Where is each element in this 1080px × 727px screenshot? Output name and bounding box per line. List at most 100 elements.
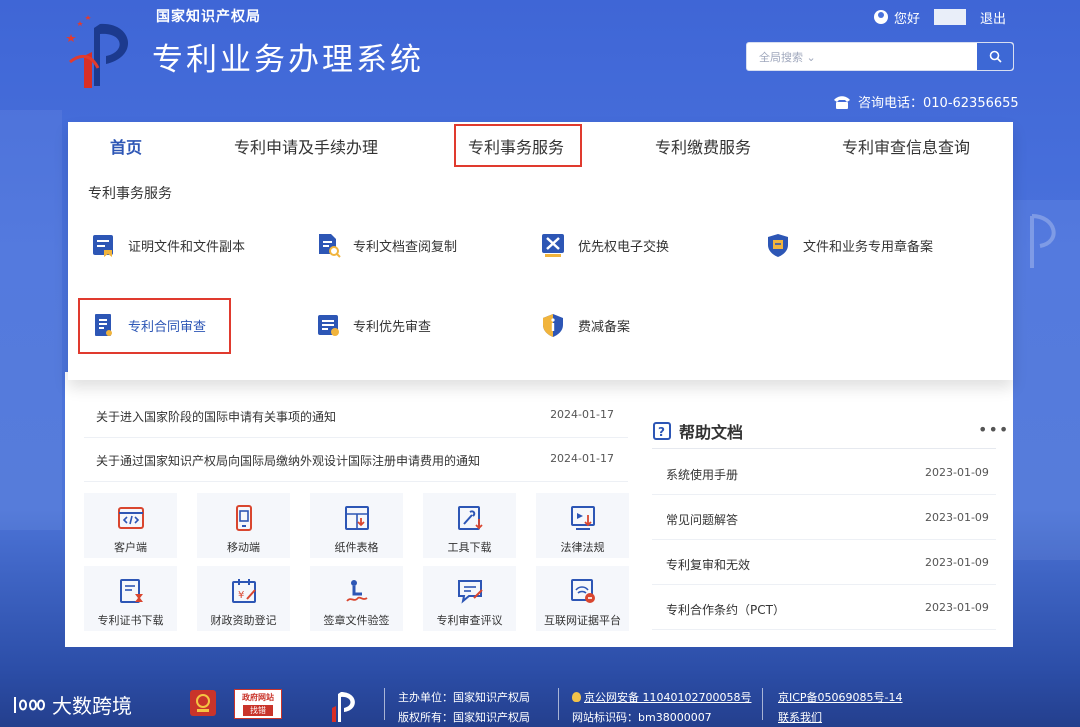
form-download-icon: [345, 506, 369, 530]
help-docs-header: ? 帮助文档: [652, 418, 743, 444]
tool-download-icon: [458, 506, 483, 530]
tile-client[interactable]: 客户端: [84, 493, 177, 558]
menu-item-label: 证明文件和文件副本: [128, 239, 246, 255]
tile-label: 纸件表格: [334, 541, 379, 554]
news-date: 2024-01-17: [550, 408, 614, 421]
menu-item-label: 文件和业务专用章备案: [803, 239, 934, 255]
gov-site-error-badge[interactable]: 政府网站 找错: [234, 689, 282, 719]
footer-contact-link[interactable]: 联系我们: [778, 709, 822, 725]
file-search-icon: [319, 234, 341, 258]
police-badge-icon: [572, 692, 581, 702]
chevron-down-icon: ⌄: [806, 51, 816, 64]
tile-label: 专利证书下载: [97, 614, 164, 627]
help-doc-item[interactable]: 专利合作条约（PCT） 2023-01-09: [652, 585, 996, 630]
help-doc-title: 系统使用手册: [666, 468, 739, 482]
nav-home[interactable]: 首页: [110, 134, 142, 158]
tile-tool-download[interactable]: 工具下载: [423, 493, 516, 558]
search-icon: [989, 50, 1002, 63]
brand-logo-icon: [14, 696, 46, 713]
tile-signature-verification[interactable]: 签章文件验签: [310, 566, 403, 631]
highlight-box-contract: [78, 298, 231, 354]
help-doc-date: 2023-01-09: [925, 556, 989, 569]
svg-text:?: ?: [658, 425, 665, 439]
shield-seal-icon: [768, 234, 788, 257]
brand-name: 大数跨境: [52, 694, 132, 718]
tile-funding-registration[interactable]: ¥ 财政资助登记: [197, 566, 290, 631]
news-title: 关于通过国家知识产权局向国际局缴纳外观设计国际注册申请费用的通知: [96, 454, 481, 468]
main-menu-panel: 首页 专利申请及手续办理 专利事务服务 专利缴费服务 专利审查信息查询 专利事务…: [68, 122, 1013, 380]
news-item[interactable]: 关于进入国家阶段的国际申请有关事项的通知 2024-01-17: [84, 394, 628, 438]
user-icon: [874, 10, 888, 24]
tile-label: 移动端: [227, 541, 260, 554]
menu-item-label: 专利优先审查: [353, 319, 432, 335]
tile-evidence-platform[interactable]: 互联网证据平台: [536, 566, 629, 631]
menu-item-seal-filing[interactable]: 文件和业务专用章备案: [765, 232, 933, 258]
evidence-platform-icon: [571, 579, 595, 603]
menu-item-priority-exchange[interactable]: 优先权电子交换: [540, 232, 669, 258]
svg-text:¥: ¥: [238, 590, 244, 601]
exchange-icon: [542, 234, 564, 257]
help-doc-item[interactable]: 系统使用手册 2023-01-09: [652, 450, 996, 495]
search-scope-label: 全局搜索: [759, 51, 803, 64]
tile-certificate-download[interactable]: 专利证书下载: [84, 566, 177, 631]
background-building-left: [0, 110, 62, 530]
menu-item-label: 费减备案: [578, 319, 631, 335]
logout-link[interactable]: 退出: [980, 8, 1006, 27]
tile-label: 互联网证据平台: [544, 614, 621, 627]
code-window-icon: [118, 507, 144, 529]
document-icon: [93, 235, 113, 257]
menu-item-document-copy[interactable]: 专利文档查阅复制: [315, 232, 457, 258]
search-button[interactable]: [977, 43, 1013, 70]
system-title: 专利业务办理系统: [152, 42, 424, 78]
signature-icon: [346, 580, 368, 602]
tile-laws[interactable]: 法律法规: [536, 493, 629, 558]
footer-divider: [762, 688, 763, 720]
help-doc-date: 2023-01-09: [925, 466, 989, 479]
menu-item-priority-examination[interactable]: 专利优先审查: [315, 312, 431, 338]
menu-item-label: 专利文档查阅复制: [353, 239, 458, 255]
police-record-link: 京公网安备 11040102700058号: [584, 691, 752, 704]
news-date: 2024-01-17: [550, 452, 614, 465]
username-redacted: [934, 9, 967, 25]
search-input[interactable]: [835, 45, 975, 69]
help-doc-title: 专利复审和无效: [666, 558, 751, 572]
greeting-text: 您好: [894, 11, 921, 27]
user-area: 您好 退出: [874, 6, 1006, 28]
global-search-box: 全局搜索 ⌄: [746, 42, 1014, 71]
help-docs-title: 帮助文档: [679, 423, 744, 442]
footer-copyright: 版权所有：国家知识产权局: [398, 711, 530, 724]
help-doc-item[interactable]: 专利复审和无效 2023-01-09: [652, 540, 996, 585]
priority-list-icon: [318, 315, 339, 336]
tile-mobile[interactable]: 移动端: [197, 493, 290, 558]
divider: [652, 448, 996, 449]
nav-patent-fees[interactable]: 专利缴费服务: [655, 134, 751, 158]
menu-item-certificates[interactable]: 证明文件和文件副本: [90, 232, 245, 258]
nav-patent-application[interactable]: 专利申请及手续办理: [234, 134, 378, 158]
tile-label: 财政资助登记: [210, 614, 277, 627]
search-scope-select[interactable]: 全局搜索 ⌄: [759, 49, 816, 65]
news-item[interactable]: 关于通过国家知识产权局向国际局缴纳外观设计国际注册申请费用的通知 2024-01…: [84, 438, 628, 482]
party-emblem-icon: [190, 690, 216, 716]
tile-label: 法律法规: [560, 541, 605, 554]
nav-examination-query[interactable]: 专利审查信息查询: [842, 134, 970, 158]
footer-icp-link[interactable]: 京ICP备05069085号-14: [778, 689, 903, 705]
footer-site-code: 网站标识码：bm38000007: [572, 711, 712, 724]
help-doc-item[interactable]: 常见问题解答 2023-01-09: [652, 495, 996, 540]
tile-paper-forms[interactable]: 纸件表格: [310, 493, 403, 558]
footer-police-record[interactable]: 京公网安备 11040102700058号: [572, 689, 751, 705]
highlight-box-nav: [454, 124, 582, 167]
tile-examination-review[interactable]: 专利审查评议: [423, 566, 516, 631]
mobile-icon: [236, 505, 252, 531]
help-icon: ?: [653, 422, 671, 440]
footer-divider: [384, 688, 385, 720]
info-shield-icon: [543, 314, 563, 337]
tile-label: 签章文件验签: [323, 614, 390, 627]
certificate-icon: [120, 579, 143, 603]
footer-sponsor: 主办单位：国家知识产权局: [398, 691, 530, 704]
menu-item-fee-reduction[interactable]: 费减备案: [540, 312, 630, 338]
law-download-icon: [571, 506, 595, 530]
tile-label: 客户端: [114, 541, 147, 554]
dropdown-title: 专利事务服务: [88, 186, 172, 202]
help-doc-title: 专利合作条约（PCT）: [666, 603, 785, 617]
more-icon[interactable]: •••: [978, 420, 1009, 439]
